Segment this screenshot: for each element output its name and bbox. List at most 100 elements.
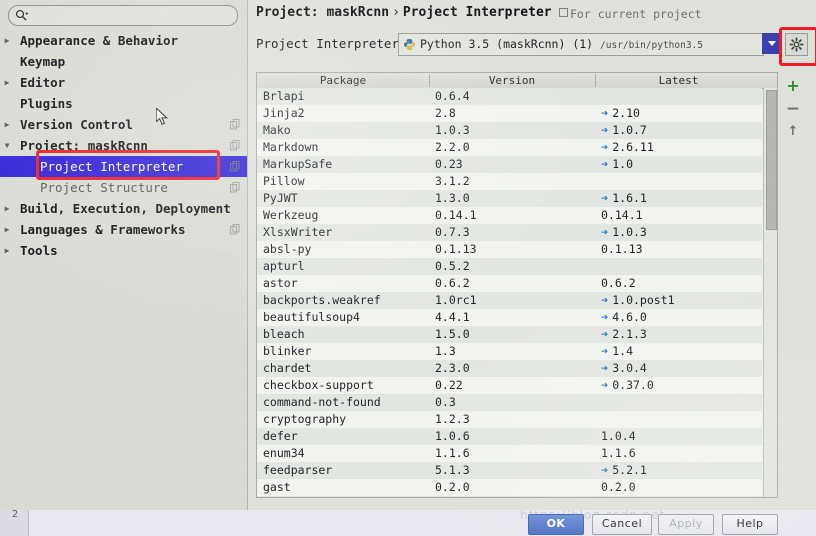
package-latest-cell: 0.2.0 — [601, 480, 636, 494]
table-row[interactable]: grpcio 1.10.1 — [257, 496, 762, 497]
upgrade-available-icon: ➔ — [601, 140, 609, 154]
for-current-project-label: For current project — [559, 7, 702, 21]
chevron-right-icon[interactable]: ▶ — [0, 219, 14, 240]
table-row[interactable]: PyJWT 1.3.0 ➔ 1.6.1 — [257, 190, 762, 207]
table-header-row: Package Version Latest — [257, 73, 777, 89]
package-name-cell: bleach — [263, 327, 305, 341]
chevron-right-icon[interactable]: ▶ — [0, 30, 14, 51]
copy-settings-icon[interactable] — [230, 140, 240, 151]
table-row[interactable]: absl-py 0.1.13 0.1.13 — [257, 241, 762, 258]
sidebar-item-appearance-behavior[interactable]: ▶ Appearance & Behavior — [0, 30, 247, 51]
scrollbar-thumb[interactable] — [766, 90, 777, 230]
packages-table-scrollbar[interactable] — [763, 88, 777, 497]
package-name-cell: astor — [263, 276, 298, 290]
package-latest-cell: ➔ 3.0.4 — [601, 360, 647, 377]
sidebar-item-label: Version Control — [20, 117, 133, 132]
package-version-cell: 0.7.3 — [435, 225, 470, 239]
sidebar-item-label: Plugins — [20, 96, 73, 111]
package-version-cell: 0.3 — [435, 395, 456, 409]
sidebar-item-project-maskrcnn[interactable]: ▼ Project: maskRcnn — [0, 135, 247, 156]
table-row[interactable]: backports.weakref 1.0rc1 ➔ 1.0.post1 — [257, 292, 762, 309]
column-divider[interactable] — [595, 74, 596, 87]
table-row[interactable]: enum34 1.1.6 1.1.6 — [257, 445, 762, 462]
table-row[interactable]: chardet 2.3.0 ➔ 3.0.4 — [257, 360, 762, 377]
sidebar-item-languages-frameworks[interactable]: ▶ Languages & Frameworks — [0, 219, 247, 240]
sidebar-item-keymap[interactable]: Keymap — [0, 51, 247, 72]
sidebar-item-plugins[interactable]: Plugins — [0, 93, 247, 114]
package-latest-cell: 0.1.13 — [601, 242, 643, 256]
package-version-cell: 2.8 — [435, 106, 456, 120]
table-row[interactable]: cryptography 1.2.3 — [257, 411, 762, 428]
copy-settings-icon[interactable] — [230, 161, 240, 172]
table-row[interactable]: MarkupSafe 0.23 ➔ 1.0 — [257, 156, 762, 173]
search-icon — [15, 9, 28, 21]
package-latest-cell: ➔ 1.4 — [601, 343, 633, 360]
column-header-latest[interactable]: Latest — [595, 73, 762, 88]
copy-settings-icon[interactable] — [230, 182, 240, 193]
table-row[interactable]: Jinja2 2.8 ➔ 2.10 — [257, 105, 762, 122]
chevron-right-icon[interactable]: ▶ — [0, 114, 14, 135]
package-latest-cell: ➔ 2.1.3 — [601, 326, 647, 343]
settings-category-tree: ▶ Appearance & Behavior Keymap ▶ Editor Plugi… — [0, 30, 247, 261]
mouse-cursor — [156, 108, 169, 126]
sidebar-item-project-structure[interactable]: Project Structure — [0, 177, 247, 198]
package-latest-cell: ➔ 2.10 — [601, 105, 640, 122]
remove-package-button[interactable]: − — [782, 99, 804, 119]
package-latest-cell: ➔ 1.0.3 — [601, 224, 647, 241]
interpreter-dropdown-button[interactable] — [762, 33, 782, 54]
help-button[interactable]: Help — [722, 514, 778, 535]
cancel-button[interactable]: Cancel — [592, 514, 652, 535]
table-row[interactable]: astor 0.6.2 0.6.2 — [257, 275, 762, 292]
sidebar-item-project-interpreter[interactable]: Project Interpreter — [0, 156, 247, 177]
add-package-button[interactable]: + — [782, 76, 804, 96]
column-header-version[interactable]: Version — [429, 73, 595, 88]
ok-button[interactable]: OK — [528, 514, 584, 535]
sidebar-item-editor[interactable]: ▶ Editor — [0, 72, 247, 93]
sidebar-item-tools[interactable]: ▶ Tools — [0, 240, 247, 261]
table-row[interactable]: apturl 0.5.2 — [257, 258, 762, 275]
table-row[interactable]: bleach 1.5.0 ➔ 2.1.3 — [257, 326, 762, 343]
table-row[interactable]: Mako 1.0.3 ➔ 1.0.7 — [257, 122, 762, 139]
table-row[interactable]: blinker 1.3 ➔ 1.4 — [257, 343, 762, 360]
latest-version-text: 0.37.0 — [612, 378, 654, 392]
interpreter-path: /usr/bin/python3.5 — [600, 40, 703, 51]
chevron-down-icon[interactable]: ▼ — [0, 135, 14, 156]
package-version-cell: 1.10.1 — [435, 496, 477, 497]
upgrade-package-button[interactable]: ↑ — [782, 122, 804, 142]
settings-search-box[interactable] — [8, 5, 238, 26]
project-interpreter-label: Project Interpreter: — [256, 36, 407, 51]
table-row[interactable]: XlsxWriter 0.7.3 ➔ 1.0.3 — [257, 224, 762, 241]
column-divider[interactable] — [429, 74, 430, 87]
chevron-right-icon[interactable]: ▶ — [0, 72, 14, 93]
table-row[interactable]: command-not-found 0.3 — [257, 394, 762, 411]
table-row[interactable]: gast 0.2.0 0.2.0 — [257, 479, 762, 496]
table-row[interactable]: feedparser 5.1.3 ➔ 5.2.1 — [257, 462, 762, 479]
chevron-right-icon[interactable]: ▶ — [0, 240, 14, 261]
interpreter-settings-gear-button[interactable] — [785, 33, 808, 56]
sidebar-item-build-execution-deployment[interactable]: ▶ Build, Execution, Deployment — [0, 198, 247, 219]
breadcrumb-page: Project Interpreter — [402, 5, 552, 20]
sidebar-item-label: Project Interpreter — [40, 159, 183, 174]
table-row[interactable]: Brlapi 0.6.4 — [257, 88, 762, 105]
apply-button: Apply — [658, 514, 714, 535]
table-row[interactable]: beautifulsoup4 4.4.1 ➔ 4.6.0 — [257, 309, 762, 326]
package-latest-cell: ➔ 5.2.1 — [601, 462, 647, 479]
table-row[interactable]: Pillow 3.1.2 — [257, 173, 762, 190]
sidebar-item-label: Editor — [20, 75, 66, 90]
table-row[interactable]: Markdown 2.2.0 ➔ 2.6.11 — [257, 139, 762, 156]
column-header-package[interactable]: Package — [257, 73, 429, 88]
copy-settings-icon[interactable] — [230, 119, 240, 130]
project-interpreter-combobox[interactable]: Python 3.5 (maskRcnn) (1) /usr/bin/pytho… — [398, 33, 764, 56]
table-row[interactable]: defer 1.0.6 1.0.4 — [257, 428, 762, 445]
package-latest-cell: ➔ 1.6.1 — [601, 190, 647, 207]
search-input[interactable] — [35, 8, 235, 25]
sidebar-item-version-control[interactable]: ▶ Version Control — [0, 114, 247, 135]
copy-settings-icon[interactable] — [230, 224, 240, 235]
chevron-right-icon[interactable]: ▶ — [0, 198, 14, 219]
installed-packages-table[interactable]: Package Version Latest Brlapi 0.6.4 Jinja2 2.… — [256, 72, 778, 498]
table-row[interactable]: Werkzeug 0.14.1 0.14.1 — [257, 207, 762, 224]
package-latest-cell: ➔ 1.0.post1 — [601, 292, 675, 309]
table-row[interactable]: checkbox-support 0.22 ➔ 0.37.0 — [257, 377, 762, 394]
package-name-cell: gast — [263, 480, 291, 494]
package-name-cell: absl-py — [263, 242, 312, 256]
